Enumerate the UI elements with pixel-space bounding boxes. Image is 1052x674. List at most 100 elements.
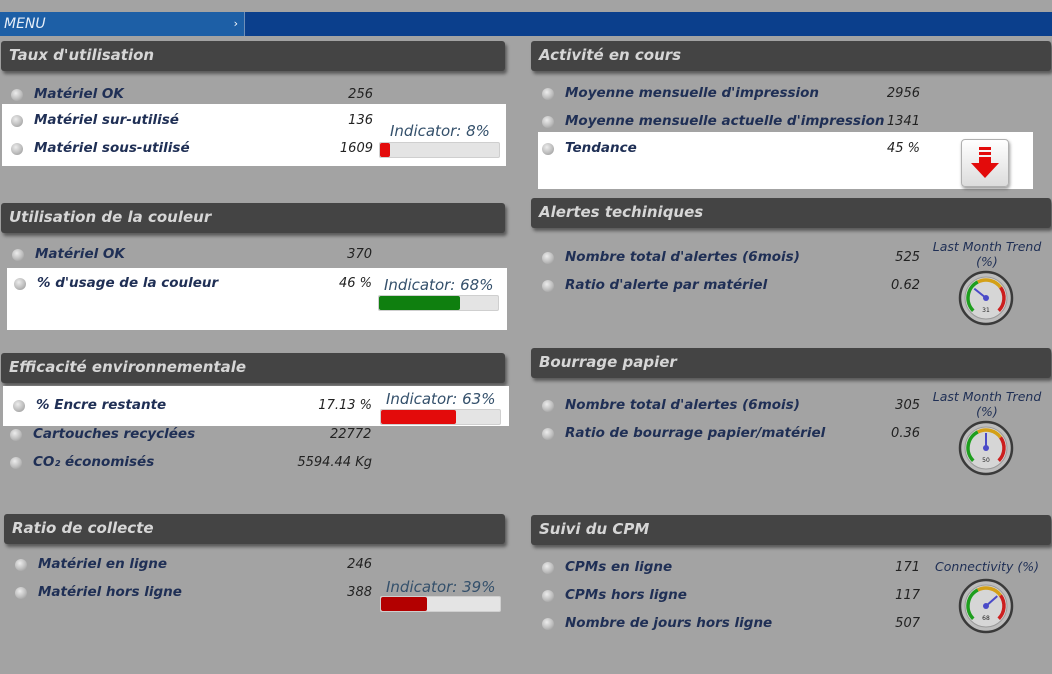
indicator-text: Indicator: 63% <box>386 390 496 408</box>
row-value: 17.13 % <box>318 398 372 413</box>
bullet-icon <box>542 252 554 264</box>
row-label: Moyenne mensuelle d'impression <box>565 85 820 101</box>
row-label: CO₂ économisés <box>33 454 155 470</box>
gauge-hub <box>983 603 989 609</box>
bullet-icon <box>15 559 27 571</box>
list-item: Tendance 45 % <box>542 140 920 160</box>
row-value: 246 <box>347 557 372 572</box>
list-item: Matériel sur-utilisé 136 <box>11 112 373 132</box>
bullet-icon <box>542 143 554 155</box>
row-value: 0.36 <box>891 426 920 441</box>
trend-title: Last Month Trend (%) <box>928 389 1046 419</box>
list-item: Nombre total d'alertes (6mois) 525 <box>542 249 920 269</box>
bullet-icon <box>13 400 25 412</box>
indicator-bar <box>380 596 501 612</box>
row-value: 2956 <box>886 86 920 101</box>
trend-title-unit: (%) <box>976 254 998 269</box>
indicator-text: Indicator: 39% <box>386 578 496 596</box>
list-item: Nombre de jours hors ligne 507 <box>542 615 920 635</box>
panel-title: Alertes techiniques <box>539 203 704 221</box>
menu-button[interactable]: MENU › <box>0 12 245 36</box>
row-value: 388 <box>347 585 372 600</box>
indicator-bar-fill <box>381 597 428 611</box>
indicator-bar <box>380 409 501 425</box>
row-label: Tendance <box>565 140 637 156</box>
list-item: Moyenne mensuelle d'impression 2956 <box>542 85 920 105</box>
panel-title: Bourrage papier <box>539 353 677 371</box>
bullet-icon <box>10 457 22 469</box>
trend-title-line: Connectivity (%) <box>935 559 1039 574</box>
bullet-icon <box>10 429 22 441</box>
row-value: 1609 <box>339 141 373 156</box>
bullet-icon <box>542 590 554 602</box>
row-label: Nombre total d'alertes (6mois) <box>565 249 800 265</box>
list-item: Ratio de bourrage papier/matériel 0.36 <box>542 425 920 445</box>
trend-title-unit: (%) <box>976 404 998 419</box>
menu-label: MENU <box>4 16 46 32</box>
bullet-icon <box>11 89 23 101</box>
list-item: Matériel en ligne 246 <box>15 556 372 576</box>
list-item: CPMs en ligne 171 <box>542 559 920 579</box>
row-value: 507 <box>895 616 920 631</box>
row-label: Ratio d'alerte par matériel <box>565 277 768 293</box>
row-value: 22772 <box>330 427 372 442</box>
list-item: Moyenne mensuelle actuelle d'impression … <box>542 113 920 133</box>
list-item: CPMs hors ligne 117 <box>542 587 920 607</box>
panel-title: Efficacité environnementale <box>9 358 247 376</box>
gauge-value: 68 <box>982 615 990 622</box>
indicator-bar <box>379 142 500 158</box>
indicator-bar-fill <box>379 296 460 310</box>
gauge-icon: 31 <box>958 270 1014 326</box>
list-item: CO₂ économisés 5594.44 Kg <box>10 454 372 474</box>
bullet-icon <box>542 400 554 412</box>
list-item: % Encre restante 17.13 % <box>13 397 372 417</box>
panel-title: Ratio de collecte <box>12 519 154 537</box>
indicator-bar <box>378 295 499 311</box>
row-label: Cartouches recyclées <box>33 426 196 442</box>
panel-title: Utilisation de la couleur <box>9 208 212 226</box>
red-down-arrow-icon <box>971 147 999 178</box>
trend-title-line: Last Month Trend <box>932 389 1042 404</box>
gauge-icon: 50 <box>958 420 1014 476</box>
row-value: 5594.44 Kg <box>297 455 372 470</box>
indicator-text: Indicator: 68% <box>384 276 494 294</box>
activite-en-cours-header: Activité en cours <box>531 41 1051 71</box>
row-value: 256 <box>348 87 373 102</box>
bullet-icon <box>15 587 27 599</box>
row-value: 171 <box>895 560 920 575</box>
bullet-icon <box>12 249 24 261</box>
bullet-icon <box>542 116 554 128</box>
row-value: 305 <box>895 398 920 413</box>
row-value: 0.62 <box>891 278 920 293</box>
trend-button[interactable] <box>961 139 1009 187</box>
indicator-text: Indicator: 8% <box>390 122 490 140</box>
row-label: CPMs en ligne <box>565 559 673 575</box>
list-item: Nombre total d'alertes (6mois) 305 <box>542 397 920 417</box>
gauge-icon: 68 <box>958 578 1014 634</box>
trend-title: Connectivity (%) <box>928 559 1046 574</box>
alertes-techniques-header: Alertes techiniques <box>531 198 1051 228</box>
gauge-value: 31 <box>982 307 990 314</box>
row-label: CPMs hors ligne <box>565 587 687 603</box>
list-item: Matériel OK 256 <box>11 86 373 106</box>
list-item: Matériel hors ligne 388 <box>15 584 372 604</box>
bullet-icon <box>11 115 23 127</box>
gauge-hub <box>983 295 989 301</box>
bullet-icon <box>542 618 554 630</box>
row-label: % Encre restante <box>36 397 167 413</box>
list-item: Matériel OK 370 <box>12 246 372 266</box>
bourrage-papier-header: Bourrage papier <box>531 348 1051 378</box>
bullet-icon <box>542 562 554 574</box>
menu-bar: MENU › <box>0 12 1052 36</box>
row-label: Ratio de bourrage papier/matériel <box>565 425 826 441</box>
panel-title: Taux d'utilisation <box>9 46 155 64</box>
row-label: Moyenne mensuelle actuelle d'impression <box>565 113 885 129</box>
indicator-bar-fill <box>381 410 456 424</box>
list-item: Matériel sous-utilisé 1609 <box>11 140 373 160</box>
row-value: 1341 <box>886 114 920 129</box>
row-label: Matériel sur-utilisé <box>34 112 179 128</box>
row-label: Matériel hors ligne <box>38 584 182 600</box>
bullet-icon <box>14 278 26 290</box>
trend-title: Last Month Trend (%) <box>928 239 1046 269</box>
row-label: Matériel OK <box>35 246 125 262</box>
